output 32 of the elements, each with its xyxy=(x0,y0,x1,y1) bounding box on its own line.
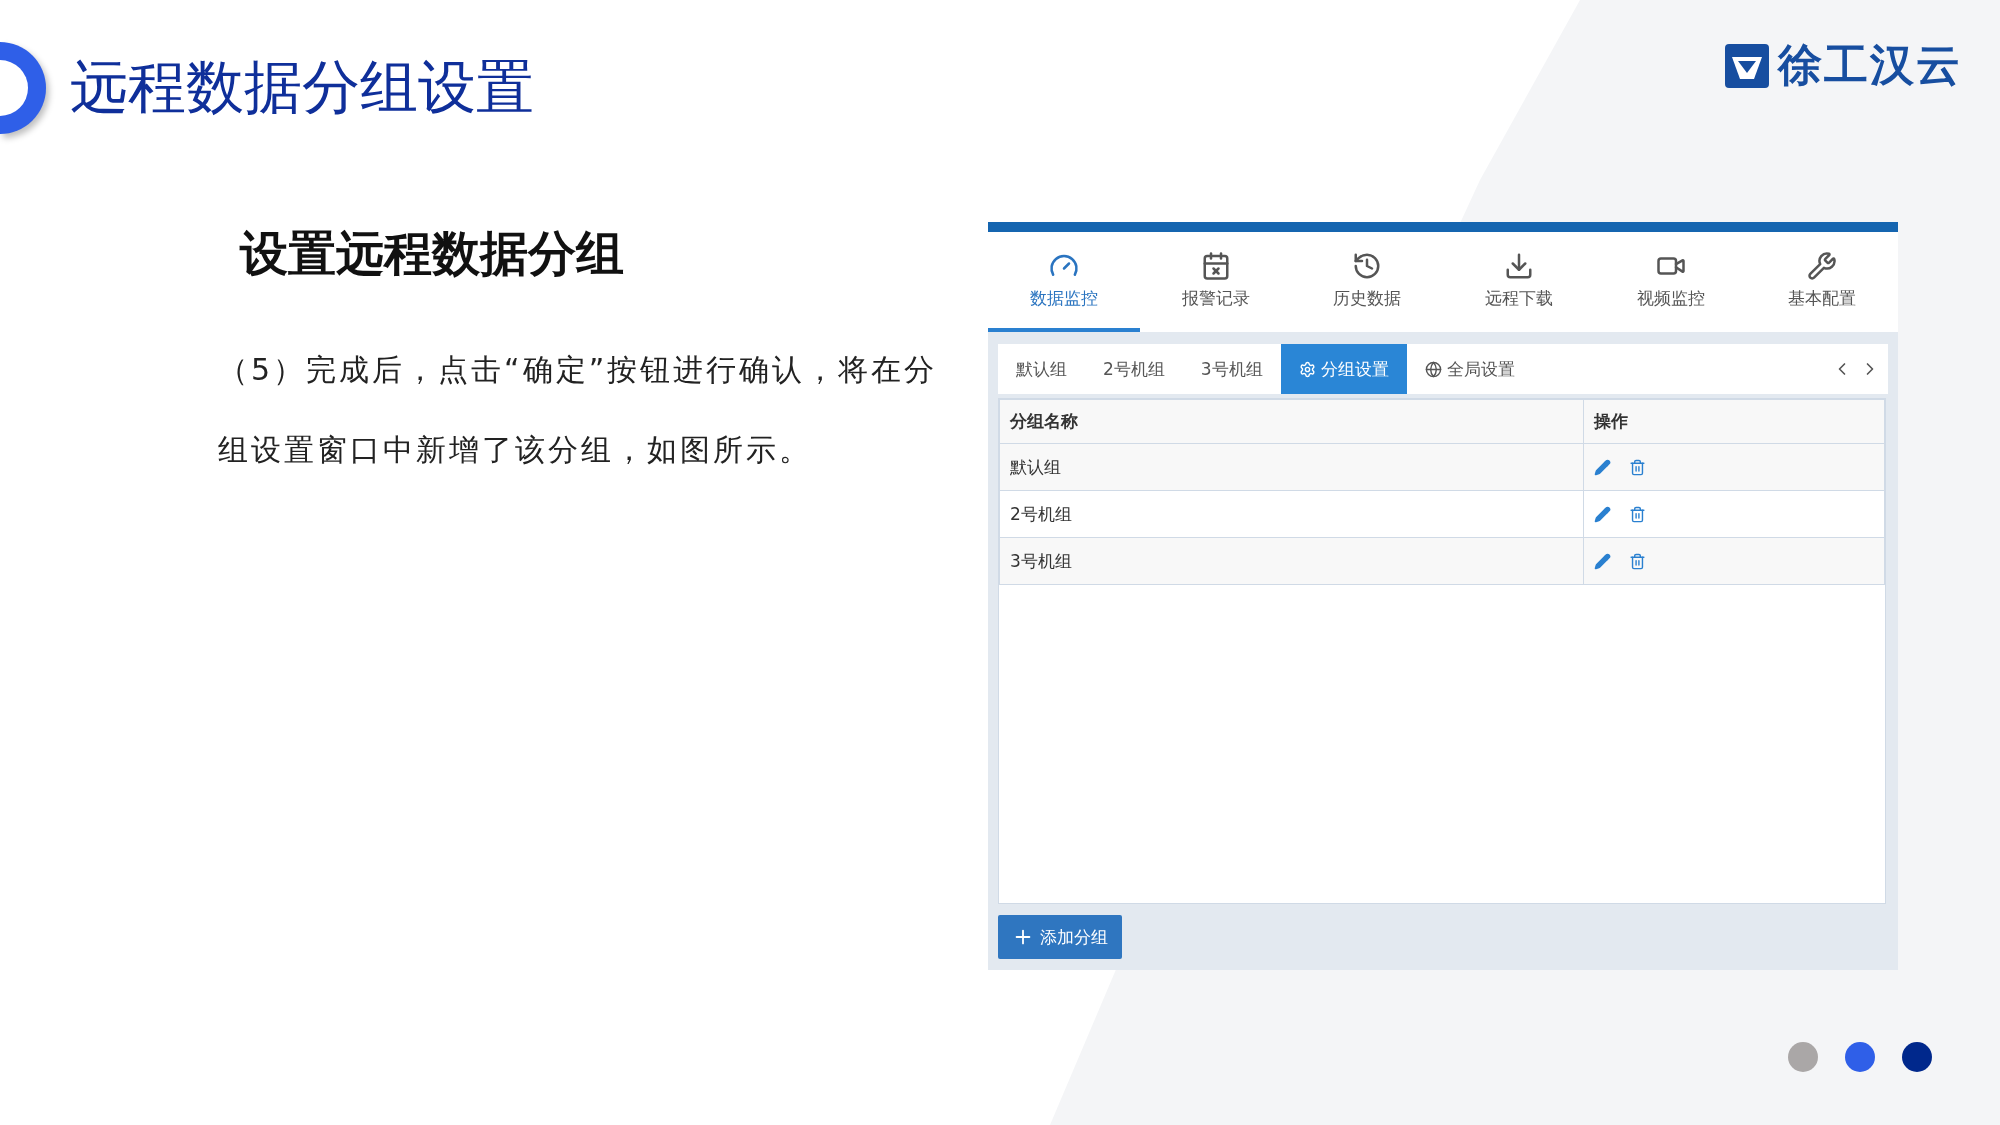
table-cell: 2号机组 xyxy=(999,490,1584,538)
settings-icon xyxy=(1298,360,1316,378)
logo-icon xyxy=(1724,42,1770,89)
nav-tab[interactable]: 历史数据 xyxy=(1291,232,1443,332)
edit-icon[interactable] xyxy=(1594,505,1612,523)
globe-icon xyxy=(1424,360,1442,378)
table-cell: 默认组 xyxy=(999,443,1584,491)
nav-tab[interactable]: 基本配置 xyxy=(1746,232,1899,332)
edit-icon[interactable] xyxy=(1594,552,1612,570)
nav-tab[interactable]: 远程下载 xyxy=(1443,232,1595,332)
nav-tab[interactable]: 视频监控 xyxy=(1594,232,1747,332)
slide-title: 远程数据分组设置 xyxy=(70,52,534,123)
trash-icon[interactable] xyxy=(1629,505,1647,523)
add-group-button[interactable]: 添加分组 xyxy=(998,915,1122,959)
nav-tab[interactable]: 数据监控 xyxy=(988,232,1140,332)
logo-text: 徐工汉云 xyxy=(1778,38,1962,92)
trash-icon[interactable] xyxy=(1629,458,1647,476)
section-heading: 设置远程数据分组 xyxy=(240,224,625,283)
paragraph: （5）完成后，点击“确定”按钮进行确认，将在分组设置窗口中新增了该分组，如图所示。 xyxy=(218,351,939,469)
calendar-icon xyxy=(1200,250,1231,281)
column-header: 操作 xyxy=(1583,399,1885,444)
wrench-icon xyxy=(1807,250,1838,281)
table-cell: 3号机组 xyxy=(999,537,1584,585)
group-tab[interactable]: 3号机组 xyxy=(1182,344,1281,394)
group-tab[interactable]: 分组设置 xyxy=(1280,344,1407,394)
column-header: 分组名称 xyxy=(999,399,1584,444)
edit-icon[interactable] xyxy=(1594,458,1612,476)
group-tab[interactable]: 全局设置 xyxy=(1406,344,1533,394)
group-tab[interactable]: 默认组 xyxy=(998,344,1085,394)
nav-tab[interactable]: 报警记录 xyxy=(1139,232,1292,332)
trash-icon[interactable] xyxy=(1629,552,1647,570)
group-tab[interactable]: 2号机组 xyxy=(1085,344,1183,394)
